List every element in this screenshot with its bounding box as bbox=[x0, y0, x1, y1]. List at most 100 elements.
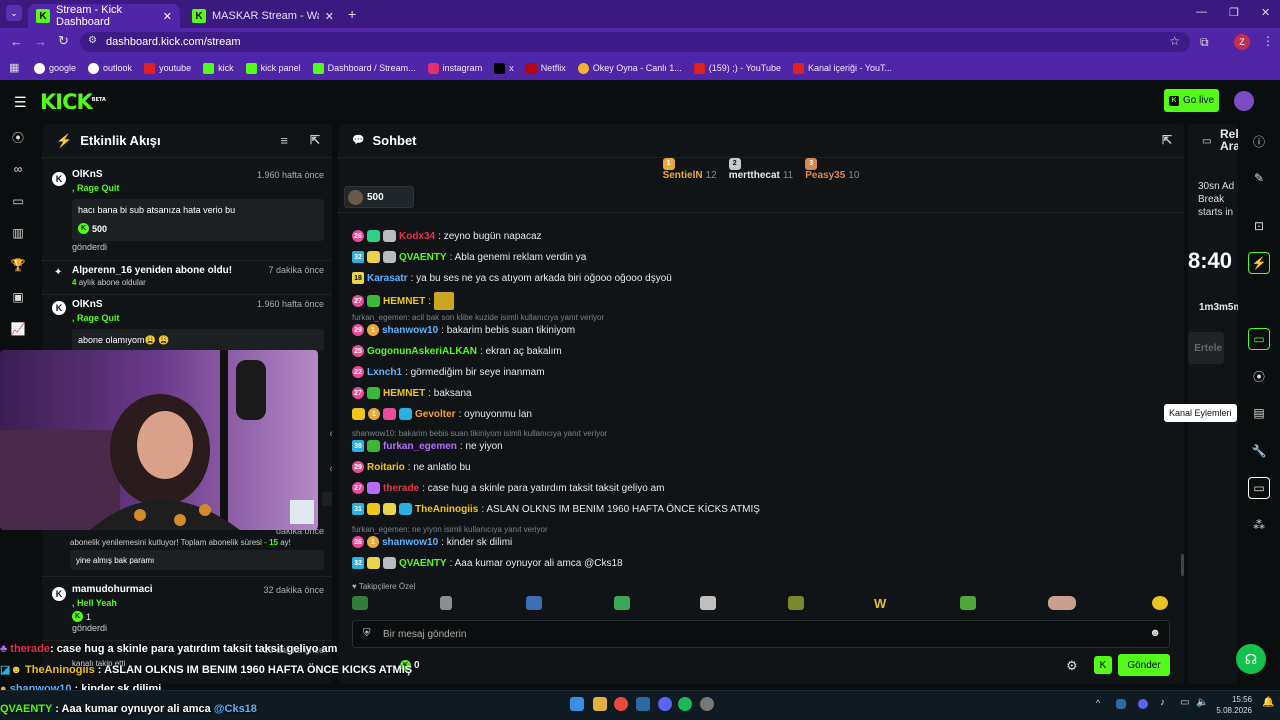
broadcast-icon[interactable]: ⦿ bbox=[1248, 365, 1270, 387]
chat-message[interactable]: 25 GogonunAskeriALKAN: ekran aç bakalım bbox=[352, 345, 562, 357]
chat-username[interactable]: Gevolter bbox=[415, 409, 456, 420]
info-icon[interactable]: ⓘ bbox=[1248, 130, 1270, 152]
emote-icon[interactable] bbox=[526, 596, 542, 610]
discord-icon[interactable] bbox=[658, 697, 672, 711]
chat-scrollbar[interactable] bbox=[1181, 554, 1184, 576]
chat-message[interactable]: 27 HEMNET: bbox=[352, 292, 455, 310]
chat-username[interactable]: Lxnch1 bbox=[367, 367, 402, 378]
chart-line-icon[interactable]: 📈 bbox=[11, 322, 26, 336]
top-chatter[interactable]: 1 SentielN 12 bbox=[662, 157, 717, 181]
cluster-icon[interactable]: ⁂ bbox=[1248, 514, 1270, 536]
chat-username[interactable]: GogonunAskeriALKAN bbox=[367, 346, 477, 357]
bookmark-youtube[interactable]: youtube bbox=[144, 62, 191, 74]
analytics-icon[interactable]: ▥ bbox=[11, 226, 25, 240]
spotify-icon[interactable] bbox=[678, 697, 692, 711]
chat-icon[interactable]: ▭ bbox=[1248, 328, 1270, 350]
popout-icon[interactable]: ⇱ bbox=[1162, 133, 1172, 147]
popout-icon[interactable]: ⇱ bbox=[310, 133, 320, 147]
tab-kick-dashboard[interactable]: K Stream - Kick Dashboard ✕ bbox=[28, 4, 180, 28]
bookmark-okey[interactable]: Okey Oyna - Canlı 1... bbox=[577, 62, 682, 74]
chat-username[interactable]: Roitario bbox=[367, 462, 405, 473]
bookmark-kick[interactable]: kick bbox=[203, 62, 234, 74]
emote-icon[interactable] bbox=[960, 596, 976, 610]
bookmark-kick-panel[interactable]: kick panel bbox=[245, 62, 301, 74]
bookmark-instagram[interactable]: instagram bbox=[427, 62, 482, 74]
reply-context[interactable]: shanwow10: bakarim bebis suan tikiniyom … bbox=[352, 429, 607, 438]
stream-icon[interactable]: ⦿ bbox=[11, 130, 25, 145]
camera-icon[interactable]: ⊡ bbox=[1248, 215, 1270, 237]
menu-kebab-icon[interactable]: ⋮ bbox=[1262, 34, 1274, 48]
emote-icon[interactable] bbox=[1152, 596, 1168, 610]
chat-message[interactable]: 1 Gevolter: oynuyonmu lan bbox=[352, 408, 532, 420]
kick-emote-button[interactable]: K bbox=[1094, 656, 1112, 674]
chat-username[interactable]: Kodx34 bbox=[399, 231, 435, 242]
support-headset-icon[interactable]: ☊ bbox=[1236, 644, 1266, 674]
forward-icon[interactable]: → bbox=[34, 34, 47, 49]
event-user[interactable]: mamudohurmaci bbox=[72, 584, 153, 595]
kick-logo[interactable]: KICKBETA bbox=[40, 90, 106, 114]
user-avatar[interactable] bbox=[1234, 91, 1254, 111]
bookmark-kanal-icerigi[interactable]: Kanal içeriği - YouT... bbox=[792, 62, 892, 74]
start-icon[interactable] bbox=[570, 697, 584, 711]
tray-chevron-icon[interactable]: ^ bbox=[1096, 698, 1100, 708]
chat-username[interactable]: QVAENTY bbox=[399, 558, 447, 569]
chat-username[interactable]: shanwow10 bbox=[382, 537, 438, 548]
window-icon[interactable]: ▭ bbox=[11, 194, 25, 208]
apps-grid-icon[interactable]: ▦ bbox=[9, 61, 19, 74]
site-info-icon[interactable]: ⚙ bbox=[88, 35, 97, 46]
chat-message[interactable]: 29 1 shanwow10: bakarim bebis suan tikiniy… bbox=[352, 324, 575, 336]
chat-username[interactable]: HEMNET bbox=[383, 388, 425, 399]
emote-icon[interactable] bbox=[700, 596, 716, 610]
go-live-button[interactable]: K Go live bbox=[1164, 89, 1219, 112]
ad-duration-options[interactable]: 1m3m5m bbox=[1199, 302, 1238, 313]
file-explorer-icon[interactable] bbox=[593, 697, 607, 711]
system-clock[interactable]: 15:56 5.08.2026 bbox=[1212, 694, 1252, 716]
emoji-icon[interactable]: ☻ bbox=[1149, 627, 1161, 639]
chat-message[interactable]: 38 furkan_egemen: ne yiyon bbox=[352, 440, 503, 452]
close-window-icon[interactable]: ✕ bbox=[1261, 6, 1270, 19]
pinned-kicks[interactable]: 500 bbox=[344, 186, 414, 208]
chat-username[interactable]: therade bbox=[383, 483, 419, 494]
link-icon[interactable]: ∞ bbox=[11, 162, 25, 176]
bookmark-x[interactable]: x bbox=[494, 62, 514, 74]
send-button[interactable]: Gönder bbox=[1118, 654, 1170, 676]
emote-icon[interactable] bbox=[614, 596, 630, 610]
restore-icon[interactable]: ❐ bbox=[1229, 6, 1239, 19]
chat-message[interactable]: 32 QVAENTY: Abla genemi reklam verdin ya bbox=[352, 251, 586, 263]
chat-message[interactable]: 27 HEMNET: baksana bbox=[352, 387, 472, 399]
new-tab-icon[interactable]: + bbox=[348, 6, 356, 22]
tray-discord-icon[interactable] bbox=[1138, 699, 1148, 709]
chat-message[interactable]: 26 Kodx34: zeyno bugün napacaz bbox=[352, 230, 542, 242]
bookmark-outlook[interactable]: outlook bbox=[88, 62, 132, 74]
channel-actions-icon[interactable]: ▤ bbox=[1248, 402, 1270, 424]
video-icon[interactable]: ▣ bbox=[11, 290, 25, 304]
chrome-icon[interactable] bbox=[614, 697, 628, 711]
layout-icon[interactable]: ▭ bbox=[1248, 477, 1270, 499]
steam-icon[interactable] bbox=[636, 697, 650, 711]
event-user[interactable]: OlKnS bbox=[72, 299, 103, 310]
network-icon[interactable]: ▭ bbox=[1180, 697, 1189, 708]
top-chatter[interactable]: 2 mertthecat 11 bbox=[728, 157, 793, 181]
chat-message[interactable]: 26 1 shanwow10: kinder sk dilimi bbox=[352, 536, 512, 548]
chat-message[interactable]: 32 QVAENTY: Aaa kumar oynuyor ali amca @C… bbox=[352, 557, 623, 569]
app-icon[interactable] bbox=[700, 697, 714, 711]
profile-avatar[interactable]: Z bbox=[1234, 34, 1250, 50]
tab-search-button[interactable]: ⌄ bbox=[6, 5, 22, 21]
chat-username[interactable]: furkan_egemen bbox=[383, 441, 457, 452]
hamburger-menu-icon[interactable]: ☰ bbox=[14, 94, 27, 111]
url-field[interactable]: ⚙ dashboard.kick.com/stream ☆ bbox=[80, 32, 1190, 52]
tray-steam-icon[interactable] bbox=[1116, 699, 1126, 709]
chat-message[interactable]: 31 TheAninogiis: ASLAN OLKNS IM BENIM 196… bbox=[352, 503, 760, 515]
extensions-icon[interactable]: ⧉ bbox=[1200, 35, 1209, 50]
tab-maskar-stream[interactable]: K MASKAR Stream - Watch Live o ✕ bbox=[184, 4, 342, 28]
settings-gear-icon[interactable]: ⚙ bbox=[1066, 658, 1078, 674]
filter-icon[interactable]: ≡ bbox=[280, 133, 288, 148]
bookmark-netflix[interactable]: Netflix bbox=[525, 62, 566, 74]
chat-message[interactable]: 22 Lxnch1: görmediğim bir seye inanmam bbox=[352, 366, 545, 378]
emote-w-icon[interactable]: W bbox=[874, 596, 890, 611]
volume-icon[interactable]: 🔈 bbox=[1196, 697, 1208, 708]
minimize-icon[interactable]: — bbox=[1196, 6, 1207, 18]
emote-icon[interactable] bbox=[1048, 596, 1076, 610]
emote-icon[interactable] bbox=[788, 596, 804, 610]
back-icon[interactable]: ← bbox=[10, 34, 23, 49]
